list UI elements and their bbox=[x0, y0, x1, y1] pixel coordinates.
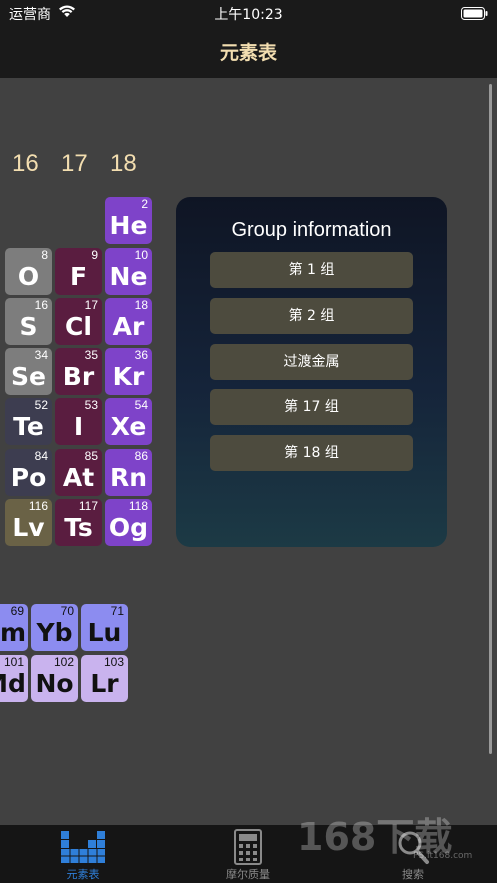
atomic-number: 52 bbox=[34, 398, 48, 412]
element-symbol: Cl bbox=[65, 312, 92, 341]
battery-icon bbox=[461, 5, 488, 20]
element-tile-s[interactable]: 16 S bbox=[5, 298, 52, 345]
element-tile-cl[interactable]: 17 Cl bbox=[55, 298, 102, 345]
element-tile-lv[interactable]: 116 Lv bbox=[5, 499, 52, 546]
atomic-number: 17 bbox=[84, 298, 98, 312]
element-tile-i[interactable]: 53 I bbox=[55, 398, 102, 445]
element-tile-rn[interactable]: 86 Rn bbox=[105, 449, 152, 496]
element-symbol: Po bbox=[10, 463, 47, 492]
element-symbol: Ne bbox=[109, 262, 148, 291]
element-tile-no[interactable]: 102 No bbox=[31, 655, 78, 702]
group-info-panel: Group information 第 1 组 第 2 组 过渡金属 第 17 … bbox=[176, 197, 447, 547]
element-tile-lu[interactable]: 71 Lu bbox=[81, 604, 128, 651]
element-symbol: Ar bbox=[112, 312, 145, 341]
atomic-number: 117 bbox=[78, 499, 98, 513]
atomic-number: 16 bbox=[34, 298, 48, 312]
element-tile-lr[interactable]: 103 Lr bbox=[81, 655, 128, 702]
atomic-number: 101 bbox=[3, 655, 24, 669]
element-symbol: Te bbox=[13, 412, 44, 441]
atomic-number: 85 bbox=[84, 449, 98, 463]
element-symbol: At bbox=[62, 463, 95, 492]
element-symbol: I bbox=[73, 412, 84, 441]
atomic-number: 36 bbox=[134, 348, 148, 362]
element-symbol: O bbox=[17, 262, 40, 291]
atomic-number: 8 bbox=[41, 248, 48, 262]
element-symbol: Md bbox=[0, 669, 26, 698]
group-number-17: 17 bbox=[61, 150, 88, 177]
atomic-number: 86 bbox=[134, 449, 148, 463]
element-symbol: S bbox=[19, 312, 38, 341]
element-symbol: Se bbox=[11, 362, 46, 391]
element-tile-ts[interactable]: 117 Ts bbox=[55, 499, 102, 546]
element-symbol: Yb bbox=[36, 618, 73, 647]
atomic-number: 54 bbox=[134, 398, 148, 412]
atomic-number: 2 bbox=[141, 197, 148, 211]
element-symbol: Br bbox=[62, 362, 95, 391]
tab-molar-mass[interactable]: 摩尔质量 bbox=[193, 825, 303, 883]
atomic-number: 102 bbox=[53, 655, 74, 669]
group-18-button[interactable]: 第 18 组 bbox=[210, 435, 413, 471]
atomic-number: 70 bbox=[60, 604, 74, 618]
atomic-number: 18 bbox=[134, 298, 148, 312]
element-tile-te[interactable]: 52 Te bbox=[5, 398, 52, 445]
element-tile-at[interactable]: 85 At bbox=[55, 449, 102, 496]
tab-label: 元素表 bbox=[66, 868, 100, 881]
element-symbol: F bbox=[69, 262, 88, 291]
group-1-button[interactable]: 第 1 组 bbox=[210, 252, 413, 288]
page-title: 元素表 bbox=[219, 42, 277, 64]
element-symbol: Lr bbox=[90, 669, 119, 698]
element-tile-ne[interactable]: 10 Ne bbox=[105, 248, 152, 295]
element-tile-f[interactable]: 9 F bbox=[55, 248, 102, 295]
atomic-number: 116 bbox=[28, 499, 48, 513]
top-bar: 运营商 上午10:23 元素表 bbox=[0, 0, 497, 78]
tab-label: 摩尔质量 bbox=[226, 868, 270, 881]
atomic-number: 118 bbox=[128, 499, 148, 513]
element-tile-se[interactable]: 34 Se bbox=[5, 348, 52, 395]
screen: 运营商 上午10:23 元素表 16 17 18 2 He 8 O 9 F 10… bbox=[0, 0, 497, 883]
element-tile-xe[interactable]: 54 Xe bbox=[105, 398, 152, 445]
panel-title: Group information bbox=[231, 219, 392, 241]
atomic-number: 69 bbox=[10, 604, 24, 618]
element-symbol: No bbox=[35, 669, 74, 698]
element-tile-og[interactable]: 118 Og bbox=[105, 499, 152, 546]
group-number-18: 18 bbox=[110, 150, 137, 177]
element-symbol: Og bbox=[108, 513, 149, 542]
atomic-number: 53 bbox=[84, 398, 98, 412]
element-tile-yb[interactable]: 70 Yb bbox=[31, 604, 78, 651]
atomic-number: 10 bbox=[134, 248, 148, 262]
atomic-number: 35 bbox=[84, 348, 98, 362]
table-icon bbox=[28, 829, 138, 865]
atomic-number: 103 bbox=[103, 655, 124, 669]
element-tile-md[interactable]: 101 Md bbox=[0, 655, 28, 702]
group-number-16: 16 bbox=[12, 150, 39, 177]
element-tile-kr[interactable]: 36 Kr bbox=[105, 348, 152, 395]
group-17-button[interactable]: 第 17 组 bbox=[210, 389, 413, 425]
element-tile-ar[interactable]: 18 Ar bbox=[105, 298, 152, 345]
atomic-number: 71 bbox=[110, 604, 124, 618]
atomic-number: 84 bbox=[34, 449, 48, 463]
element-tile-br[interactable]: 35 Br bbox=[55, 348, 102, 395]
element-tile-tm[interactable]: 69 Tm bbox=[0, 604, 28, 651]
element-tile-he[interactable]: 2 He bbox=[105, 197, 152, 244]
group-2-button[interactable]: 第 2 组 bbox=[210, 298, 413, 334]
element-symbol: Lu bbox=[87, 618, 122, 647]
tab-periodic-table[interactable]: 元素表 bbox=[28, 825, 138, 883]
element-symbol: Rn bbox=[109, 463, 148, 492]
calculator-icon bbox=[193, 829, 303, 865]
atomic-number: 34 bbox=[34, 348, 48, 362]
element-symbol: He bbox=[109, 211, 148, 240]
element-symbol: Lv bbox=[12, 513, 45, 542]
atomic-number: 9 bbox=[91, 248, 98, 262]
transition-metals-button[interactable]: 过渡金属 bbox=[210, 344, 413, 380]
element-tile-o[interactable]: 8 O bbox=[5, 248, 52, 295]
watermark-url: PS.it168.com bbox=[413, 851, 472, 861]
element-tile-po[interactable]: 84 Po bbox=[5, 449, 52, 496]
element-symbol: Kr bbox=[112, 362, 145, 391]
element-symbol: Ts bbox=[64, 513, 93, 542]
vertical-scrollbar[interactable] bbox=[489, 84, 492, 754]
element-symbol: Xe bbox=[110, 412, 147, 441]
element-symbol: Tm bbox=[0, 618, 27, 647]
watermark-logo: 168下载 PS.it168.com bbox=[295, 800, 495, 880]
status-time: 上午10:23 bbox=[214, 7, 283, 23]
